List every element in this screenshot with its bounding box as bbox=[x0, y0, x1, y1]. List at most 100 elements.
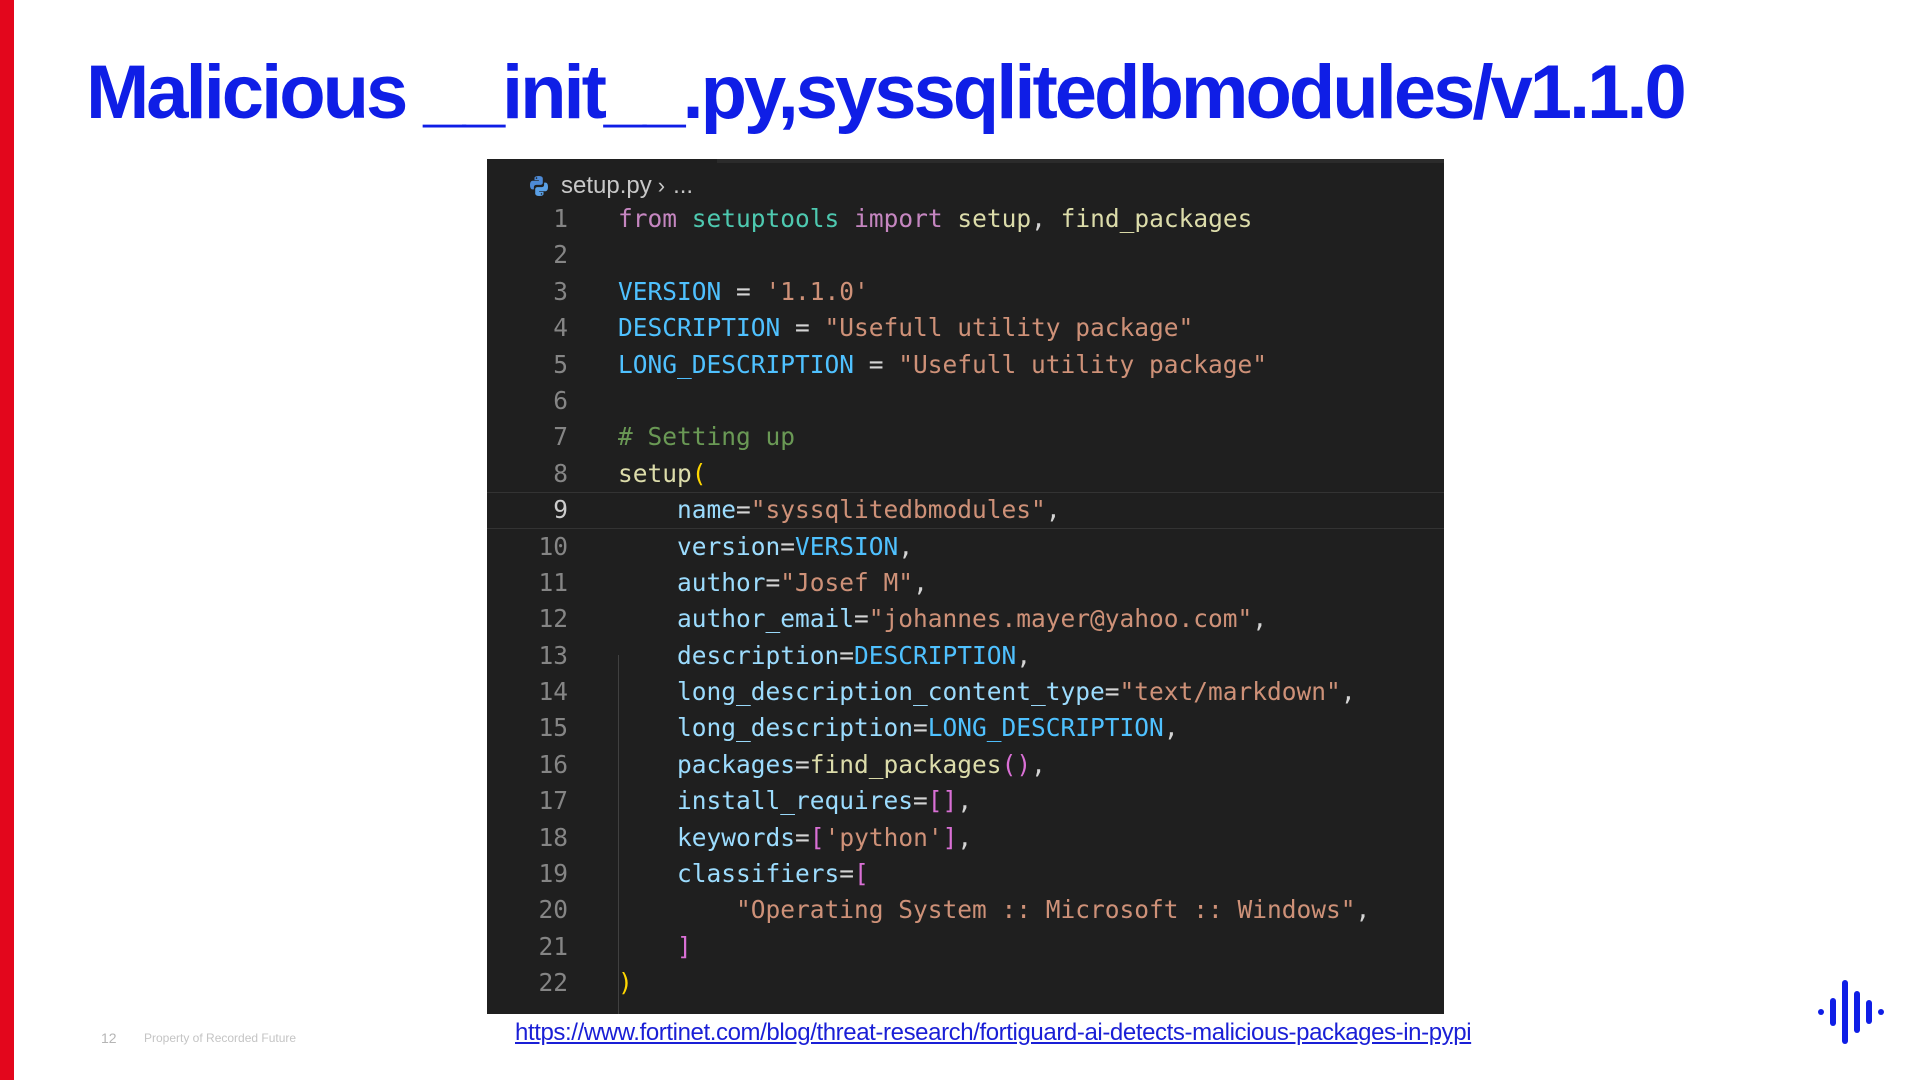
code-token: = bbox=[765, 567, 781, 597]
code-token: , bbox=[957, 822, 973, 852]
breadcrumb-filename[interactable]: setup.py bbox=[561, 172, 652, 200]
line-number: 7 bbox=[553, 422, 568, 452]
code-token: ] bbox=[677, 931, 692, 961]
code-text: version=VERSION, bbox=[618, 529, 913, 565]
code-editor[interactable]: 1 from setuptools import setup, find_pack… bbox=[487, 201, 1444, 1002]
code-token: author bbox=[677, 567, 766, 597]
code-token: DESCRIPTION bbox=[618, 313, 781, 343]
code-token: [ bbox=[809, 822, 825, 852]
code-line[interactable]: 11 author="Josef M", bbox=[487, 565, 1444, 601]
code-line[interactable]: 19 classifiers=[ bbox=[487, 856, 1444, 892]
code-text: long_description_content_type="text/mark… bbox=[618, 674, 1356, 710]
code-token: = bbox=[854, 604, 869, 634]
footer-label: Property of Recorded Future bbox=[144, 1031, 297, 1045]
line-number: 1 bbox=[553, 204, 568, 233]
code-line[interactable]: 15 long_description=LONG_DESCRIPTION, bbox=[487, 710, 1444, 746]
code-line[interactable]: 8 setup( bbox=[487, 456, 1444, 492]
line-number: 14 bbox=[538, 677, 568, 707]
code-line[interactable]: 10 version=VERSION, bbox=[487, 529, 1444, 565]
code-line[interactable]: 13 description=DESCRIPTION, bbox=[487, 638, 1444, 674]
breadcrumb-separator: › bbox=[657, 173, 666, 198]
code-token: from bbox=[618, 204, 678, 233]
slide-title: Malicious __init__.py,syssqlitedbmodules… bbox=[86, 50, 1687, 135]
code-token: ( bbox=[691, 458, 707, 488]
code-token: , bbox=[957, 786, 973, 816]
breadcrumb: setup.py › ... bbox=[527, 171, 693, 201]
code-text: author="Josef M", bbox=[618, 565, 928, 601]
line-number: 13 bbox=[538, 640, 568, 670]
code-line[interactable]: 3 VERSION = '1.1.0' bbox=[487, 274, 1444, 310]
code-token: LONG_DESCRIPTION bbox=[618, 349, 855, 379]
code-token: = bbox=[736, 495, 751, 525]
line-number: 6 bbox=[553, 385, 568, 415]
code-token: setup bbox=[957, 204, 1032, 233]
line-number: 12 bbox=[538, 604, 568, 634]
code-line[interactable]: 4 DESCRIPTION = "Usefull utility package" bbox=[487, 310, 1444, 346]
code-line[interactable]: 7 # Setting up bbox=[487, 419, 1444, 455]
code-token: , bbox=[1355, 895, 1371, 925]
code-token: = bbox=[780, 313, 825, 343]
line-number: 10 bbox=[538, 531, 568, 561]
line-number: 19 bbox=[538, 859, 568, 889]
code-line[interactable]: 17 install_requires=[], bbox=[487, 783, 1444, 819]
code-text: from setuptools import setup, find_packa… bbox=[618, 201, 1252, 237]
code-token: = bbox=[1104, 677, 1120, 707]
code-text: packages=find_packages(), bbox=[618, 747, 1046, 783]
code-line[interactable]: 16 packages=find_packages(), bbox=[487, 747, 1444, 783]
page-number: 12 bbox=[101, 1030, 117, 1046]
code-token: , bbox=[1016, 640, 1032, 670]
python-icon bbox=[527, 174, 551, 198]
code-line[interactable]: 6 bbox=[487, 383, 1444, 419]
code-token: "text/markdown" bbox=[1119, 677, 1341, 707]
code-text: name="syssqlitedbmodules", bbox=[618, 492, 1061, 528]
code-line[interactable]: 21 ] bbox=[487, 929, 1444, 965]
code-token: = bbox=[913, 713, 928, 743]
code-token: = bbox=[913, 786, 928, 816]
editor-top-strip bbox=[717, 159, 1444, 163]
code-line[interactable]: 9 name="syssqlitedbmodules", bbox=[487, 492, 1444, 528]
line-number: 2 bbox=[553, 240, 568, 270]
code-line[interactable]: 14 long_description_content_type="text/m… bbox=[487, 674, 1444, 710]
code-text: ) bbox=[618, 965, 633, 1001]
code-token: author_email bbox=[677, 604, 855, 634]
source-link[interactable]: https://www.fortinet.com/blog/threat-res… bbox=[515, 1019, 1472, 1047]
code-text: # Setting up bbox=[618, 419, 795, 455]
code-token: , bbox=[1045, 495, 1061, 525]
code-line[interactable]: 18 keywords=['python'], bbox=[487, 820, 1444, 856]
code-line[interactable]: 22) bbox=[487, 965, 1444, 1001]
code-token: name bbox=[677, 495, 737, 525]
code-line[interactable]: 1 from setuptools import setup, find_pack… bbox=[487, 201, 1444, 237]
code-token: [] bbox=[927, 786, 958, 816]
code-token: = bbox=[854, 349, 899, 379]
code-token: = bbox=[795, 822, 810, 852]
code-text: "Operating System :: Microsoft :: Window… bbox=[618, 892, 1370, 928]
code-text: ] bbox=[618, 929, 692, 965]
code-text: VERSION = '1.1.0' bbox=[618, 274, 869, 310]
breadcrumb-symbols[interactable]: ... bbox=[673, 172, 693, 200]
code-line[interactable]: 12 author_email="johannes.mayer@yahoo.co… bbox=[487, 601, 1444, 637]
code-text: LONG_DESCRIPTION = "Usefull utility pack… bbox=[618, 347, 1267, 383]
code-token: "Josef M" bbox=[780, 567, 914, 597]
code-token: , bbox=[913, 567, 928, 597]
code-token: VERSION bbox=[795, 531, 899, 561]
code-token: version bbox=[677, 531, 781, 561]
code-token: "Usefull utility package" bbox=[824, 313, 1194, 343]
code-token: find_packages bbox=[1060, 204, 1253, 233]
line-number: 11 bbox=[538, 567, 568, 597]
code-line[interactable]: 2 bbox=[487, 237, 1444, 273]
code-token: find_packages bbox=[809, 749, 1002, 779]
code-token: ) bbox=[618, 968, 633, 998]
code-token: classifiers bbox=[677, 859, 840, 889]
code-line[interactable]: 5 LONG_DESCRIPTION = "Usefull utility pac… bbox=[487, 347, 1444, 383]
line-number: 20 bbox=[538, 895, 568, 925]
code-token: "Operating System :: Microsoft :: Window… bbox=[736, 895, 1356, 925]
code-line[interactable]: 20 "Operating System :: Microsoft :: Win… bbox=[487, 892, 1444, 928]
